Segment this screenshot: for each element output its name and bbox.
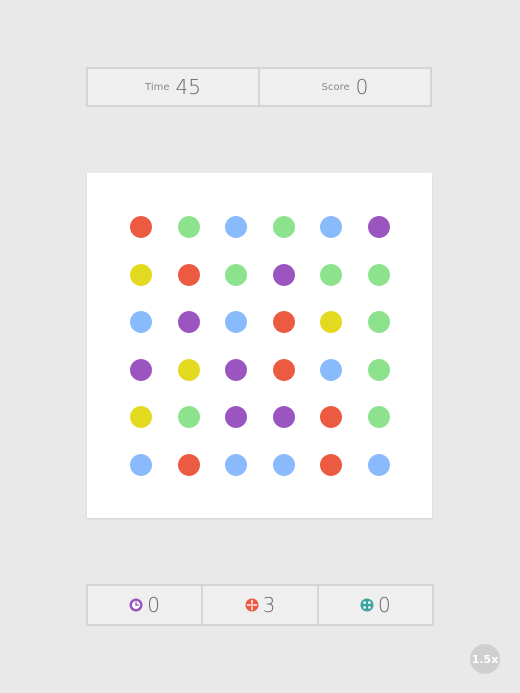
expander-icon — [360, 598, 374, 612]
game-dot[interactable] — [368, 311, 390, 334]
shrinker-powerup[interactable]: 3 — [201, 586, 316, 624]
game-board — [87, 173, 432, 518]
game-dot[interactable] — [177, 216, 200, 238]
score-label: Score — [321, 81, 350, 93]
shrinker-count: 3 — [262, 593, 276, 617]
game-dot[interactable] — [368, 406, 390, 429]
time-stop-powerup[interactable]: 0 — [88, 586, 201, 624]
game-dot[interactable] — [130, 263, 152, 286]
game-dot[interactable] — [272, 454, 295, 476]
time-stop-count: 0 — [147, 593, 161, 617]
game-dot[interactable] — [177, 311, 200, 334]
speed-badge[interactable]: 1.5x — [470, 644, 500, 674]
game-dot[interactable] — [177, 358, 200, 381]
shrinker-icon — [245, 598, 259, 612]
game-dot[interactable] — [272, 358, 295, 381]
score-display: Score 0 — [258, 69, 430, 105]
expander-count: 0 — [377, 593, 391, 617]
game-dot[interactable] — [225, 454, 248, 476]
expander-powerup[interactable]: 0 — [316, 586, 432, 624]
game-dot[interactable] — [320, 263, 343, 286]
time-value: 45 — [175, 75, 201, 99]
time-stop-icon — [129, 598, 143, 612]
game-dot[interactable] — [320, 311, 343, 334]
game-dot[interactable] — [225, 406, 248, 429]
game-dot[interactable] — [177, 454, 200, 476]
game-dot[interactable] — [225, 263, 248, 286]
game-dot[interactable] — [368, 263, 390, 286]
game-dot[interactable] — [368, 216, 390, 238]
game-dot[interactable] — [272, 263, 295, 286]
game-dot[interactable] — [320, 358, 343, 381]
game-dot[interactable] — [130, 216, 152, 238]
game-dot[interactable] — [320, 454, 343, 476]
game-dot[interactable] — [130, 358, 152, 381]
game-dot[interactable] — [177, 263, 200, 286]
game-dot[interactable] — [225, 311, 248, 334]
time-display: Time 45 — [88, 69, 258, 105]
game-dot[interactable] — [320, 406, 343, 429]
game-dot[interactable] — [272, 311, 295, 334]
game-dot[interactable] — [130, 454, 152, 476]
game-dot[interactable] — [225, 216, 248, 238]
game-dot[interactable] — [368, 454, 390, 476]
game-dot[interactable] — [368, 358, 390, 381]
stats-bar: Time 45 Score 0 — [86, 67, 432, 107]
time-label: Time — [145, 81, 170, 93]
game-dot[interactable] — [130, 311, 152, 334]
game-dot[interactable] — [320, 216, 343, 238]
game-dot[interactable] — [272, 216, 295, 238]
game-dot[interactable] — [272, 406, 295, 429]
game-dot[interactable] — [177, 406, 200, 429]
powerup-bar: 0 3 0 — [86, 584, 434, 626]
game-dot[interactable] — [225, 358, 248, 381]
game-dot[interactable] — [130, 406, 152, 429]
score-value: 0 — [355, 75, 369, 99]
